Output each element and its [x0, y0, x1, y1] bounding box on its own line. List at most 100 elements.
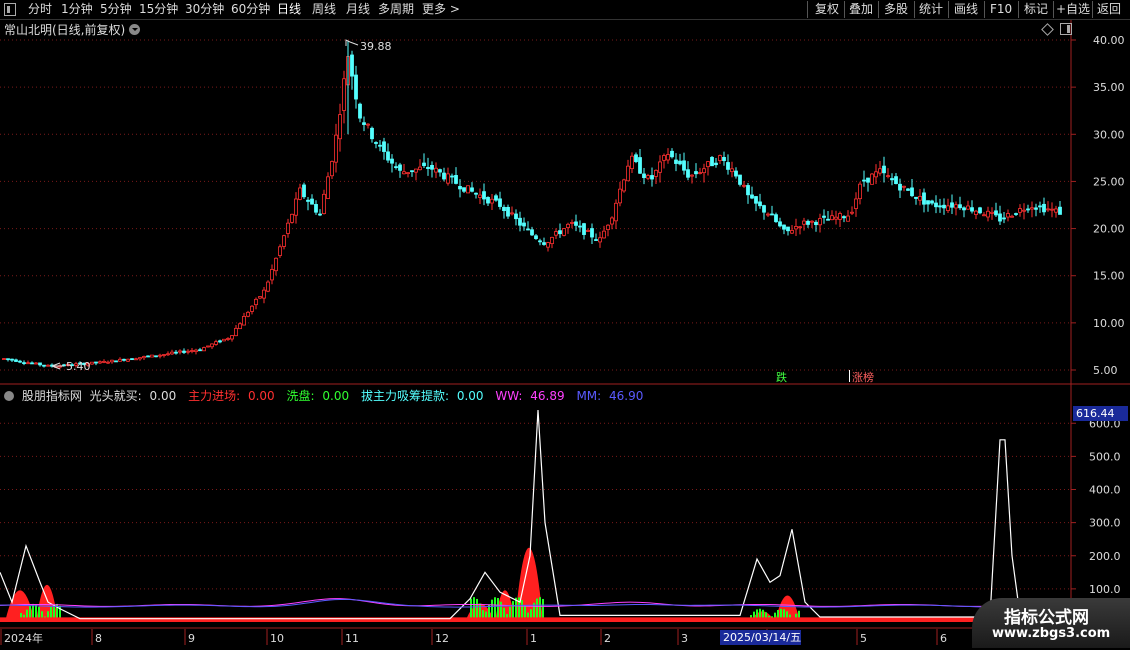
candle-body [986, 210, 990, 218]
candle-body [910, 187, 914, 197]
candle-body [674, 159, 678, 164]
chevron-down-icon[interactable] [129, 24, 141, 35]
stock-title[interactable]: 常山北明(日线,前复权) [4, 21, 141, 38]
candle-body [974, 210, 978, 215]
candle-body [602, 230, 606, 239]
candle-body [918, 195, 922, 201]
candle-body [662, 155, 666, 161]
candle-body [702, 168, 706, 174]
candle-body [754, 196, 758, 204]
candle-body [222, 338, 226, 342]
candle-body [426, 166, 430, 169]
candle-body [34, 362, 38, 365]
candle-body [706, 161, 710, 168]
candle-body [278, 246, 282, 256]
candle-body [382, 141, 386, 152]
candle-body [654, 169, 658, 177]
price-tick-label: 15.00 [1093, 270, 1125, 283]
marker-limit-up: 涨榜 [852, 370, 874, 384]
candle-body [790, 230, 794, 234]
candle-body [530, 229, 534, 236]
candle-body [158, 354, 162, 357]
candle-body [866, 177, 870, 183]
candle-body [302, 184, 306, 198]
price-tick-label: 20.00 [1093, 223, 1125, 236]
candle-body [882, 165, 886, 174]
signal-line [0, 409, 1021, 620]
candle-body [982, 214, 986, 217]
candle-body [378, 144, 382, 147]
watermark: 指标公式网 www.zbgs3.com [972, 598, 1130, 648]
candle-body [238, 323, 242, 330]
candle-body [470, 187, 474, 192]
candle-body [778, 221, 782, 227]
candle-body [762, 205, 766, 213]
panel-toggle-icon[interactable] [1060, 23, 1072, 35]
candle-body [438, 169, 442, 173]
indicator-item-0: 光头就买: 0.00 [89, 389, 177, 403]
candle-body [770, 213, 774, 216]
candle-body [710, 156, 714, 167]
candle-body [610, 217, 614, 225]
indicator-y-ticks: 600.0500.0400.0300.0200.0100.0 [1071, 417, 1121, 596]
date-tick-label: 8 [95, 632, 102, 645]
candle-body [214, 341, 218, 345]
candle-body [10, 358, 14, 361]
candle-body [634, 154, 638, 163]
indicator-item-3: 拔主力吸筹提款: 0.00 [360, 389, 484, 403]
candle-body [970, 207, 974, 212]
indicator-menu-icon[interactable] [4, 391, 14, 401]
indicator-item-1: 主力进场: 0.00 [188, 389, 275, 403]
price-tick-label: 10.00 [1093, 317, 1125, 330]
candle-body [558, 230, 562, 235]
candle-body [578, 225, 582, 228]
candle-body [370, 127, 374, 140]
marker-fall: 跌 [776, 370, 787, 384]
candle-body [838, 213, 842, 220]
candle-body [6, 358, 10, 361]
candle-body [726, 162, 730, 170]
candle-body [670, 150, 674, 158]
candle-body [1014, 213, 1018, 215]
candle-body [422, 162, 426, 167]
indicator-item-5: MM: 46.90 [576, 389, 644, 403]
candle-body [474, 192, 478, 195]
candle-body [686, 169, 690, 178]
indicator-tick-label: 100.0 [1089, 583, 1121, 596]
indicator-name[interactable]: 股朋指标网 [22, 389, 82, 403]
candle-body [1018, 208, 1022, 213]
candle-body [814, 221, 818, 226]
candle-body [486, 197, 490, 204]
candle-body [326, 176, 330, 199]
candle-body [170, 351, 174, 355]
candle-body [430, 164, 434, 170]
candle-body [218, 340, 222, 343]
candle-body [154, 355, 158, 358]
candle-body [314, 204, 318, 213]
candle-body [310, 198, 314, 205]
candle-body [498, 198, 502, 207]
indicator-tick-label: 500.0 [1089, 450, 1121, 463]
candle-body [598, 237, 602, 243]
candle-body [830, 215, 834, 221]
candle-body [774, 214, 778, 223]
candle-body [282, 235, 286, 247]
candle-body [494, 195, 498, 201]
base-strip [0, 617, 1071, 622]
candle-body [110, 359, 114, 363]
candle-body [294, 198, 298, 216]
candle-body [698, 172, 702, 174]
candle-body [750, 194, 754, 199]
candle-body [38, 362, 42, 366]
candle-body [490, 198, 494, 204]
candle-body [118, 358, 122, 362]
candle-body [1034, 207, 1038, 210]
date-tick-label: 12 [435, 632, 449, 645]
price-tick-label: 5.00 [1093, 364, 1118, 377]
candle-body [826, 218, 830, 221]
candle-body [886, 175, 890, 178]
candle-body [722, 157, 726, 161]
candle-body [462, 187, 466, 192]
candle-body [242, 316, 246, 326]
candle-body [694, 171, 698, 175]
